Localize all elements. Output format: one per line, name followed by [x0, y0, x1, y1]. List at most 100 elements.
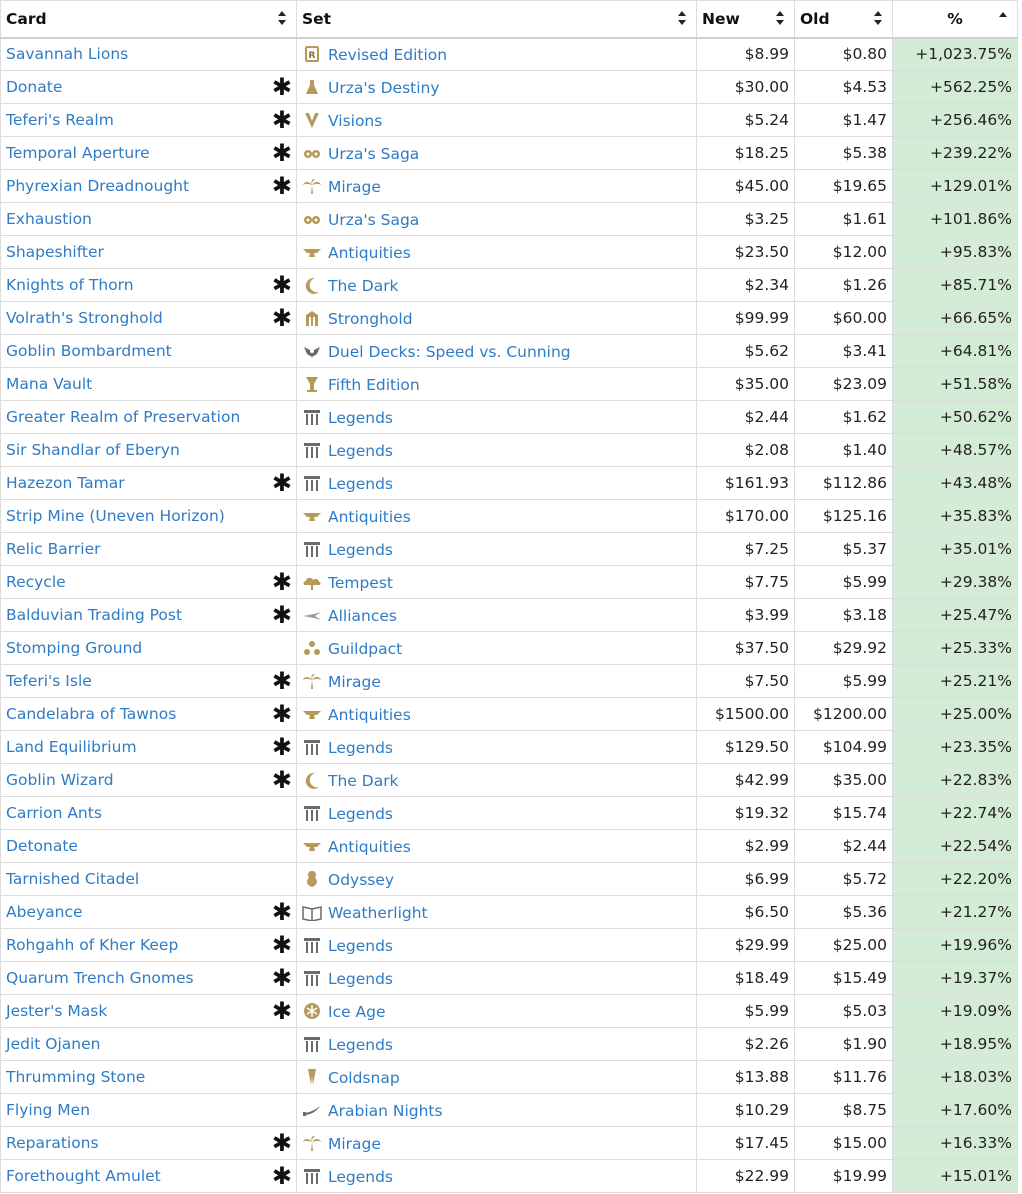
set-link[interactable]: Legends — [328, 1168, 393, 1186]
set-link[interactable]: Odyssey — [328, 871, 394, 889]
card-link[interactable]: Teferi's Isle — [6, 672, 92, 690]
set-link[interactable]: Coldsnap — [328, 1069, 400, 1087]
table-row: Land Equilibrium ✱ Legends $129.50 $104.99 +2… — [0, 730, 1018, 764]
set-link[interactable]: Legends — [328, 805, 393, 823]
sort-both-icon[interactable] — [776, 11, 784, 25]
card-link[interactable]: Flying Men — [6, 1101, 90, 1119]
card-link[interactable]: Relic Barrier — [6, 540, 101, 558]
card-link[interactable]: Temporal Aperture — [6, 144, 150, 162]
set-link[interactable]: Urza's Saga — [328, 211, 419, 229]
column-header-set[interactable]: Set — [296, 0, 697, 39]
card-link[interactable]: Candelabra of Tawnos — [6, 705, 176, 723]
asterisk-icon: ✱ — [271, 139, 292, 167]
sort-both-icon[interactable] — [678, 11, 686, 25]
card-link[interactable]: Volrath's Stronghold — [6, 309, 163, 327]
set-cell: Urza's Destiny — [296, 70, 697, 104]
table-row: Candelabra of Tawnos ✱ Antiquities $1500.00… — [0, 697, 1018, 731]
card-link[interactable]: Quarum Trench Gnomes — [6, 969, 194, 987]
card-link[interactable]: Shapeshifter — [6, 243, 104, 261]
column-header-pct[interactable]: % — [892, 0, 1018, 39]
set-link[interactable]: Weatherlight — [328, 904, 428, 922]
sort-both-icon[interactable] — [278, 11, 286, 25]
table-row: Temporal Aperture ✱ Urza's Saga $18.25 $5.38… — [0, 136, 1018, 170]
card-link[interactable]: Land Equilibrium — [6, 738, 137, 756]
card-link[interactable]: Hazezon Tamar — [6, 474, 125, 492]
set-link[interactable]: Guildpact — [328, 640, 402, 658]
set-link[interactable]: Antiquities — [328, 838, 411, 856]
card-link[interactable]: Strip Mine (Uneven Horizon) — [6, 507, 225, 525]
set-link[interactable]: Legends — [328, 739, 393, 757]
set-link[interactable]: The Dark — [328, 772, 399, 790]
set-link[interactable]: Legends — [328, 970, 393, 988]
card-link[interactable]: Exhaustion — [6, 210, 92, 228]
column-header-card[interactable]: Card — [0, 0, 297, 39]
set-link[interactable]: Antiquities — [328, 508, 411, 526]
set-link[interactable]: Stronghold — [328, 310, 413, 328]
card-link[interactable]: Reparations — [6, 1134, 99, 1152]
card-link[interactable]: Jedit Ojanen — [6, 1035, 100, 1053]
column-header-old[interactable]: Old — [794, 0, 893, 39]
set-link[interactable]: Mirage — [328, 178, 381, 196]
set-link[interactable]: Arabian Nights — [328, 1102, 443, 1120]
set-cell: Antiquities — [296, 697, 697, 731]
set-link[interactable]: Legends — [328, 541, 393, 559]
set-link[interactable]: Legends — [328, 409, 393, 427]
set-link[interactable]: Urza's Destiny — [328, 79, 440, 97]
pct-change-cell: +35.01% — [892, 532, 1018, 566]
table-row: Knights of Thorn ✱ The Dark $2.34 $1.26 +85.7… — [0, 268, 1018, 302]
column-header-new-label: New — [702, 9, 740, 28]
set-link[interactable]: Alliances — [328, 607, 397, 625]
set-link[interactable]: Revised Edition — [328, 46, 447, 64]
set-link[interactable]: Fifth Edition — [328, 376, 420, 394]
set-link[interactable]: Ice Age — [328, 1003, 386, 1021]
card-link[interactable]: Forethought Amulet — [6, 1167, 161, 1185]
card-link[interactable]: Donate — [6, 78, 62, 96]
old-price-cell: $3.41 — [794, 334, 893, 368]
card-link[interactable]: Tarnished Citadel — [6, 870, 139, 888]
set-link[interactable]: Urza's Saga — [328, 145, 419, 163]
set-link[interactable]: Tempest — [328, 574, 393, 592]
card-link[interactable]: Abeyance — [6, 903, 83, 921]
table-body: Savannah Lions R Revised Edition $8.99 $0.80… — [0, 37, 1018, 1193]
table-row: Teferi's Realm ✱ Visions $5.24 $1.47 +256.46% — [0, 103, 1018, 137]
card-link[interactable]: Recycle — [6, 573, 66, 591]
card-link[interactable]: Carrion Ants — [6, 804, 102, 822]
set-link[interactable]: Legends — [328, 1036, 393, 1054]
card-link[interactable]: Detonate — [6, 837, 78, 855]
set-link[interactable]: Duel Decks: Speed vs. Cunning — [328, 343, 571, 361]
set-link[interactable]: Mirage — [328, 1135, 381, 1153]
card-link[interactable]: Goblin Wizard — [6, 771, 114, 789]
column-header-new[interactable]: New — [696, 0, 795, 39]
set-link[interactable]: Legends — [328, 937, 393, 955]
set-link[interactable]: Legends — [328, 442, 393, 460]
card-link[interactable]: Jester's Mask — [6, 1002, 107, 1020]
card-link[interactable]: Mana Vault — [6, 375, 92, 393]
card-link[interactable]: Stomping Ground — [6, 639, 142, 657]
card-link[interactable]: Teferi's Realm — [6, 111, 114, 129]
set-cell: Mirage — [296, 664, 697, 698]
card-link[interactable]: Phyrexian Dreadnought — [6, 177, 189, 195]
old-price-cell: $104.99 — [794, 730, 893, 764]
new-price-cell: $35.00 — [696, 367, 795, 401]
price-table-container: Card Set New Old % Savannah Lions R Revi… — [0, 0, 1022, 1194]
set-link[interactable]: The Dark — [328, 277, 399, 295]
card-link[interactable]: Thrumming Stone — [6, 1068, 145, 1086]
card-link[interactable]: Balduvian Trading Post — [6, 606, 182, 624]
set-link[interactable]: Antiquities — [328, 706, 411, 724]
set-link[interactable]: Antiquities — [328, 244, 411, 262]
card-link[interactable]: Rohgahh of Kher Keep — [6, 936, 178, 954]
pct-change-cell: +48.57% — [892, 433, 1018, 467]
sort-both-icon[interactable] — [874, 11, 882, 25]
pct-change-cell: +50.62% — [892, 400, 1018, 434]
set-link[interactable]: Legends — [328, 475, 393, 493]
new-price-cell: $170.00 — [696, 499, 795, 533]
card-link[interactable]: Sir Shandlar of Eberyn — [6, 441, 180, 459]
set-link[interactable]: Mirage — [328, 673, 381, 691]
card-link[interactable]: Savannah Lions — [6, 45, 128, 63]
card-link[interactable]: Knights of Thorn — [6, 276, 134, 294]
set-link[interactable]: Visions — [328, 112, 382, 130]
card-link[interactable]: Greater Realm of Preservation — [6, 408, 240, 426]
card-link[interactable]: Goblin Bombardment — [6, 342, 172, 360]
sort-descending-icon[interactable] — [999, 11, 1007, 25]
card-cell: Recycle ✱ — [0, 565, 297, 599]
